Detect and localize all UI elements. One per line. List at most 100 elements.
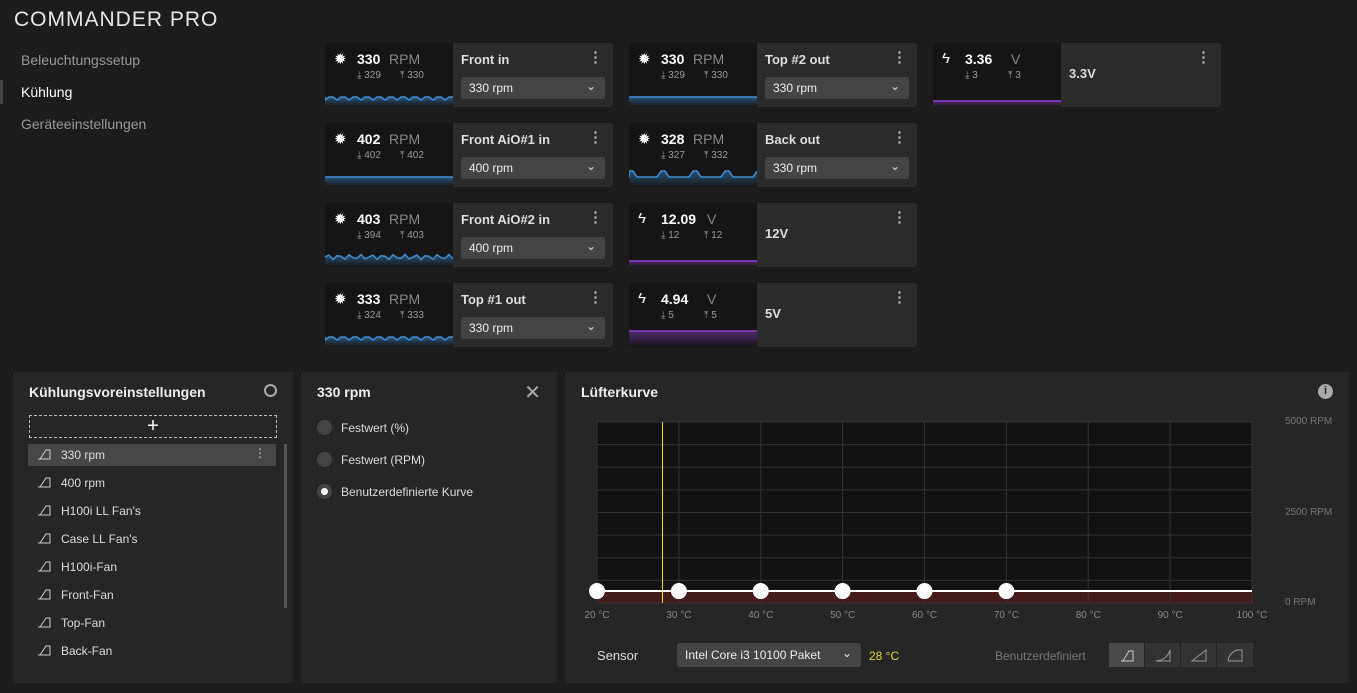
- curve-preset-quiet[interactable]: [1145, 643, 1181, 667]
- more-options-icon[interactable]: ⋮: [1196, 48, 1211, 66]
- preset-label: 400 rpm: [61, 476, 106, 490]
- fan-curve-chart[interactable]: [587, 412, 1262, 612]
- unit: V: [1011, 51, 1021, 67]
- nav-lighting[interactable]: Beleuchtungssetup: [21, 52, 140, 68]
- more-options-icon[interactable]: ⋮: [254, 446, 266, 460]
- min-value: ⤓ 324: [357, 310, 381, 321]
- preset-select[interactable]: 330 rpm ⌄: [765, 77, 909, 99]
- sparkline: [629, 170, 757, 187]
- curve-preset-balanced[interactable]: [1181, 643, 1217, 667]
- max-value: ⤒ 3: [1008, 70, 1021, 81]
- mode-title: 330 rpm: [317, 384, 371, 400]
- radio-label: Festwert (RPM): [341, 453, 425, 467]
- preset-item[interactable]: Case LL Fan's: [28, 528, 276, 550]
- add-preset-button[interactable]: +: [29, 415, 277, 438]
- current-value: 333: [357, 291, 381, 307]
- y-tick-label: 5000 RPM: [1285, 416, 1333, 427]
- more-options-icon[interactable]: ⋮: [588, 288, 603, 306]
- fan-icon: ✹: [334, 211, 347, 228]
- fan-icon: ✹: [638, 131, 651, 148]
- chevron-down-icon: ⌄: [841, 646, 852, 660]
- chevron-down-icon: ⌄: [585, 319, 596, 333]
- unit: RPM: [389, 211, 421, 227]
- fan-card: ✹ 333 RPM ⤓ 324 ⤒ 333 Top #1 out ⋮ 330 r…: [325, 283, 613, 347]
- preset-select[interactable]: 330 rpm ⌄: [765, 157, 909, 179]
- preset-item[interactable]: 330 rpm ⋮: [28, 444, 276, 466]
- curve-icon: [38, 589, 51, 600]
- current-value: 330: [661, 51, 685, 67]
- unit: RPM: [693, 131, 725, 147]
- app-title: COMMANDER PRO: [14, 8, 219, 31]
- channel-name: Back out: [765, 132, 820, 147]
- y-tick-label: 0 RPM: [1285, 597, 1316, 608]
- search-icon[interactable]: [264, 384, 277, 397]
- radio-custom-curve[interactable]: Benutzerdefinierte Kurve: [317, 484, 473, 499]
- info-icon[interactable]: i: [1318, 384, 1333, 399]
- preset-item[interactable]: H100i LL Fan's: [28, 500, 276, 522]
- min-value: ⤓ 327: [661, 150, 685, 161]
- preset-select[interactable]: 400 rpm ⌄: [461, 157, 605, 179]
- curve-icon: [38, 449, 51, 460]
- min-text: 402: [364, 150, 381, 161]
- preset-label: H100i-Fan: [61, 560, 118, 574]
- curve-point[interactable]: [916, 583, 933, 600]
- unit: V: [707, 291, 717, 307]
- channel-name: Top #2 out: [765, 52, 830, 67]
- preset-select[interactable]: 330 rpm ⌄: [461, 77, 605, 99]
- curve-point[interactable]: [670, 583, 687, 600]
- chevron-down-icon: ⌄: [585, 159, 596, 173]
- preset-label: H100i LL Fan's: [61, 504, 141, 518]
- radio-fixed-rpm[interactable]: Festwert (RPM): [317, 452, 425, 467]
- fan-card: ✹ 403 RPM ⤓ 394 ⤒ 403 Front AiO#2 in ⋮ 4…: [325, 203, 613, 267]
- more-options-icon[interactable]: ⋮: [892, 128, 907, 146]
- preset-select[interactable]: 400 rpm ⌄: [461, 237, 605, 259]
- x-tick-label: 100 °C: [1236, 610, 1268, 621]
- more-options-icon[interactable]: ⋮: [892, 208, 907, 226]
- sparkline: [325, 96, 453, 107]
- more-options-icon[interactable]: ⋮: [892, 288, 907, 306]
- curve-point[interactable]: [998, 583, 1015, 600]
- preset-item[interactable]: Back-Fan: [28, 640, 276, 662]
- more-options-icon[interactable]: ⋮: [588, 48, 603, 66]
- presets-title: Kühlungsvoreinstellungen: [29, 384, 206, 400]
- more-options-icon[interactable]: ⋮: [588, 128, 603, 146]
- preset-item[interactable]: H100i-Fan: [28, 556, 276, 578]
- curve-preset-performance[interactable]: [1217, 643, 1253, 667]
- more-options-icon[interactable]: ⋮: [588, 208, 603, 226]
- chevron-down-icon: ⌄: [585, 239, 596, 253]
- x-tick-label: 70 °C: [993, 610, 1019, 621]
- preset-value: 330 rpm: [773, 161, 818, 175]
- preset-item[interactable]: 400 rpm: [28, 472, 276, 494]
- fan-icon: ✹: [334, 291, 347, 308]
- curve-point[interactable]: [589, 583, 605, 600]
- curve-preset-custom[interactable]: [1109, 643, 1145, 667]
- fan-card: ✹ 402 RPM ⤓ 402 ⤒ 402 Front AiO#1 in ⋮ 4…: [325, 123, 613, 187]
- curve-icon: [38, 505, 51, 516]
- curve-icon: [38, 533, 51, 544]
- sensor-temp: 28 °C: [869, 649, 900, 663]
- sensor-select[interactable]: Intel Core i3 10100 Paket ⌄: [677, 643, 861, 667]
- fan-card: ✹ 328 RPM ⤓ 327 ⤒ 332 Back out ⋮ 330 rpm…: [629, 123, 917, 187]
- preset-item[interactable]: Front-Fan: [28, 584, 276, 606]
- preset-value: 330 rpm: [469, 81, 514, 95]
- presets-scrollbar[interactable]: [284, 444, 287, 608]
- x-tick-label: 30 °C: [666, 610, 692, 621]
- close-icon[interactable]: ✕: [524, 380, 541, 405]
- y-tick-label: 2500 RPM: [1285, 507, 1333, 518]
- nav-device-settings[interactable]: Geräteeinstellungen: [21, 116, 146, 132]
- channel-name: Front AiO#1 in: [461, 132, 551, 147]
- unit: RPM: [389, 51, 421, 67]
- radio-fixed-percent[interactable]: Festwert (%): [317, 420, 409, 435]
- preset-value: 400 rpm: [469, 161, 514, 175]
- x-tick-label: 90 °C: [1157, 610, 1183, 621]
- nav-cooling[interactable]: Kühlung: [21, 84, 72, 100]
- more-options-icon[interactable]: ⋮: [892, 48, 907, 66]
- preset-select[interactable]: 330 rpm ⌄: [461, 317, 605, 339]
- max-value: ⤒ 402: [400, 150, 424, 161]
- preset-item[interactable]: Top-Fan: [28, 612, 276, 634]
- current-value: 12.09: [661, 211, 697, 227]
- min-text: 5: [668, 310, 674, 321]
- curve-point[interactable]: [834, 583, 851, 600]
- curve-point[interactable]: [752, 583, 769, 600]
- lightning-icon: ϟ: [638, 210, 646, 227]
